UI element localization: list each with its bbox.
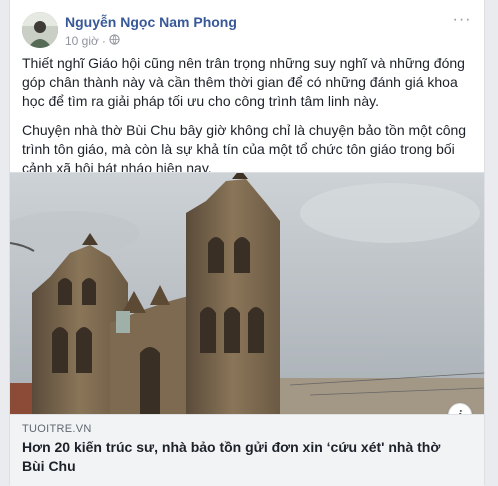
link-title[interactable]: Hơn 20 kiến trúc sư, nhà bảo tồn gửi đơn… [22,438,462,476]
author-name[interactable]: Nguyễn Ngọc Nam Phong [65,14,237,30]
post-header: Nguyễn Ngọc Nam Phong 10 giờ · ··· [22,12,472,52]
link-domain: TUOITRE.VN [22,423,92,435]
post-paragraph-1: Thiết nghĩ Giáo hội cũng nên trân trọng … [22,55,465,109]
post-text: Thiết nghĩ Giáo hội cũng nên trân trọng … [22,54,474,188]
post-timestamp[interactable]: 10 giờ [65,34,99,48]
more-options-icon[interactable]: ··· [452,12,472,30]
post-card: Nguyễn Ngọc Nam Phong 10 giờ · ··· Thiết… [9,0,485,486]
post-paragraph-2: Chuyện nhà thờ Bùi Chu bây giờ không chỉ… [22,122,467,176]
link-preview-image[interactable] [10,173,484,414]
author-avatar[interactable] [22,12,58,48]
globe-icon[interactable] [109,34,120,48]
link-preview[interactable]: i TUOITRE.VN Hơn 20 kiến trúc sư, nhà bả… [10,172,484,486]
link-preview-meta[interactable]: TUOITRE.VN Hơn 20 kiến trúc sư, nhà bảo … [10,414,484,486]
separator-dot: · [101,34,106,48]
post-meta: 10 giờ · [65,34,120,48]
